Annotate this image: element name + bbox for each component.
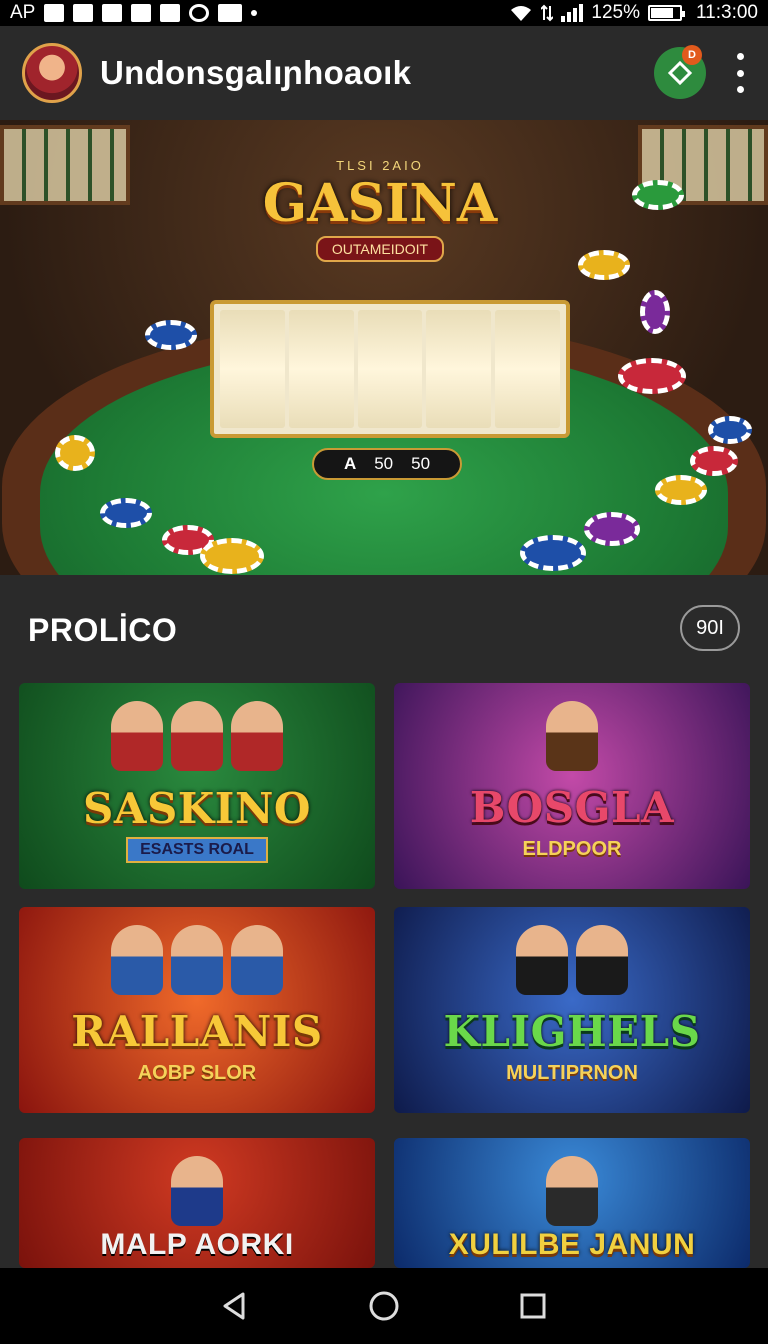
game-title: XULILBE JANUN bbox=[448, 1228, 696, 1261]
game-card[interactable]: MALP AORKI bbox=[19, 1138, 375, 1268]
slot-reel bbox=[357, 310, 423, 428]
bet-value-2: 50 bbox=[411, 454, 431, 473]
notification-badge: D bbox=[682, 45, 702, 65]
notification-check-icon bbox=[73, 4, 94, 22]
app-bar: Undonsgalıɲhoaoık D bbox=[0, 26, 768, 120]
notification-more-dot-icon bbox=[251, 10, 258, 16]
chip-icon bbox=[100, 498, 152, 528]
chip-icon bbox=[145, 320, 197, 350]
chip-icon bbox=[632, 180, 684, 210]
game-card[interactable]: BOSGLA ELDPOOR bbox=[394, 683, 750, 889]
app-title: Undonsgalıɲhoaoık bbox=[100, 54, 412, 91]
status-bar-left: AP bbox=[10, 2, 258, 24]
notification-key-icon bbox=[218, 4, 243, 22]
game-subtitle: ELDPOOR bbox=[522, 838, 622, 860]
game-characters bbox=[171, 1156, 223, 1226]
app-bar-actions: D bbox=[654, 45, 746, 99]
game-characters bbox=[546, 701, 598, 771]
game-characters bbox=[516, 925, 628, 995]
recents-square-icon bbox=[520, 1293, 546, 1319]
back-triangle-icon bbox=[223, 1292, 245, 1320]
game-subtitle: AOBP SLOR bbox=[137, 1062, 257, 1084]
game-title: KLIGHELS bbox=[443, 1007, 701, 1056]
wifi-icon bbox=[511, 6, 532, 21]
chip-icon bbox=[640, 290, 670, 334]
game-card[interactable]: XULILBE JANUN bbox=[394, 1138, 750, 1268]
game-title: SASKINO bbox=[83, 784, 311, 833]
slot-reel bbox=[426, 310, 492, 428]
game-card[interactable]: RALLANIS AOBP SLOR bbox=[19, 907, 375, 1113]
game-card[interactable]: KLIGHELS MULTIPRNON bbox=[394, 907, 750, 1113]
home-circle-icon bbox=[369, 1291, 399, 1321]
system-nav-bar bbox=[0, 1268, 768, 1344]
chip-icon bbox=[584, 512, 640, 546]
game-title: BOSGLA bbox=[469, 783, 675, 832]
game-card[interactable]: SASKINO ESASTS ROAL bbox=[19, 683, 375, 889]
game-title: RALLANIS bbox=[71, 1007, 323, 1056]
game-characters bbox=[546, 1156, 598, 1226]
chip-icon bbox=[578, 250, 630, 280]
battery-fill bbox=[651, 8, 674, 18]
rewards-button[interactable]: D bbox=[654, 45, 706, 99]
status-bar-right: 125% 11:3:00 bbox=[509, 2, 758, 24]
notification-app-icon bbox=[44, 4, 65, 22]
bet-value-1: 50 bbox=[374, 454, 394, 473]
status-bar: AP 125% 11:3:00 bbox=[0, 0, 768, 26]
hero-logo: TLSI 2AIO GASINA OUTAMEIDOIT bbox=[255, 158, 505, 268]
notification-sync-icon bbox=[189, 4, 210, 22]
bet-display[interactable]: A 50 50 bbox=[312, 448, 462, 480]
slot-machine-reels bbox=[210, 300, 570, 438]
back-button[interactable] bbox=[213, 1284, 257, 1328]
more-vertical-icon bbox=[736, 53, 744, 60]
game-title: MALP AORKI bbox=[100, 1228, 294, 1261]
notification-feather-icon-2 bbox=[131, 4, 152, 22]
game-subtitle: ESASTS ROAL bbox=[126, 837, 268, 863]
slot-reel bbox=[288, 310, 354, 428]
bet-label: A bbox=[343, 454, 357, 473]
more-options-button[interactable] bbox=[734, 53, 746, 93]
chip-icon bbox=[708, 416, 752, 444]
chip-icon bbox=[655, 475, 707, 505]
hero-logo-main: GASINA bbox=[262, 173, 498, 234]
avatar[interactable] bbox=[22, 43, 82, 103]
notification-box-icon bbox=[160, 4, 181, 22]
chip-icon bbox=[690, 446, 738, 476]
hero-logo-top: TLSI 2AIO bbox=[336, 158, 424, 173]
notification-feather-icon bbox=[102, 4, 123, 22]
roulette-board-left bbox=[0, 125, 130, 205]
chip-icon bbox=[618, 358, 686, 394]
slot-reel bbox=[495, 310, 560, 428]
battery-percent: 125% bbox=[591, 2, 641, 23]
chip-icon bbox=[55, 435, 95, 471]
signal-icon bbox=[561, 4, 584, 22]
hero-banner[interactable]: TLSI 2AIO GASINA OUTAMEIDOIT A 50 50 bbox=[0, 120, 768, 575]
section-count-pill[interactable]: 90I bbox=[680, 605, 740, 651]
section-title: PROLİCO bbox=[28, 612, 178, 648]
home-button[interactable] bbox=[362, 1284, 406, 1328]
game-characters bbox=[111, 925, 283, 995]
carrier-label: AP bbox=[10, 2, 36, 23]
battery-icon bbox=[648, 5, 686, 21]
hero-logo-sub: OUTAMEIDOIT bbox=[315, 236, 445, 262]
data-arrows-icon bbox=[541, 4, 554, 22]
game-characters bbox=[111, 701, 283, 771]
game-subtitle: MULTIPRNON bbox=[506, 1062, 638, 1084]
clock: 11:3:00 bbox=[696, 2, 758, 23]
slot-reel bbox=[220, 310, 285, 428]
chip-icon bbox=[200, 538, 264, 574]
recents-button[interactable] bbox=[511, 1284, 555, 1328]
chip-icon bbox=[520, 535, 586, 571]
